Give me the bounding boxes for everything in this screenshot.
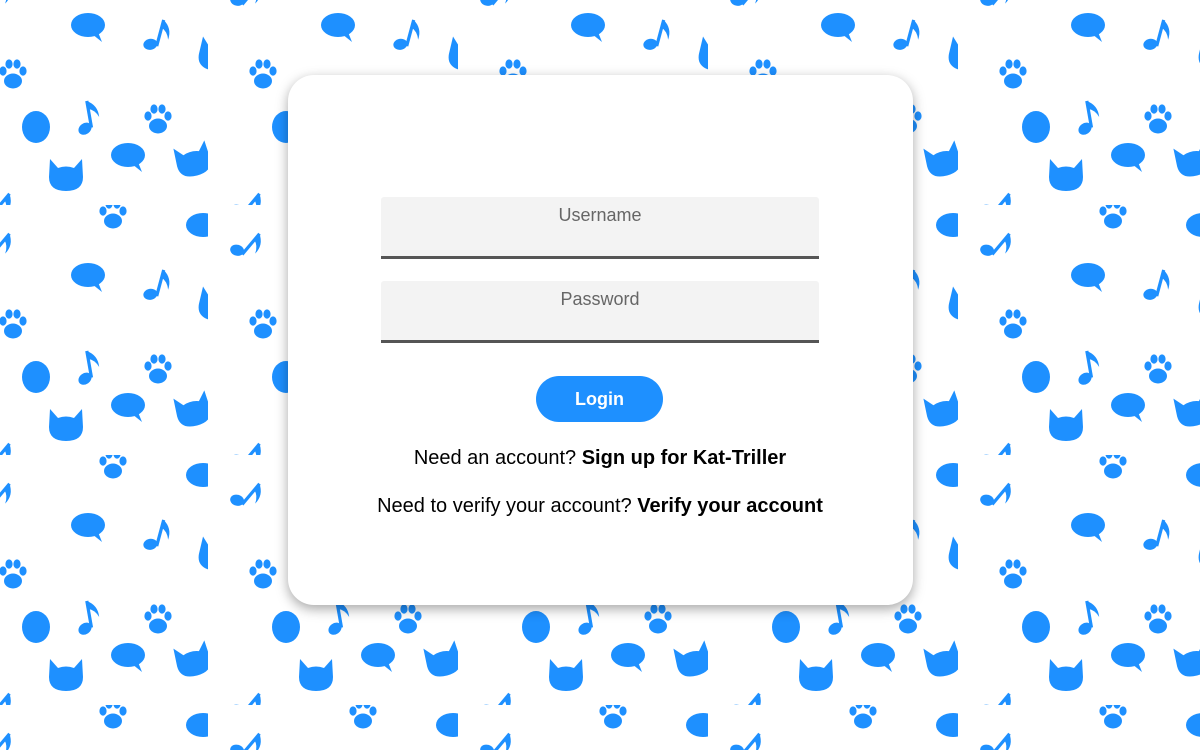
verify-prompt-text: Need to verify your account? [377,495,632,517]
verify-link[interactable]: Verify your account [637,495,823,517]
login-button[interactable]: Login [536,376,663,422]
signup-prompt-line: Need an account? Sign up for Kat-Triller [0,447,1200,470]
verify-prompt-line: Need to verify your account? Verify your… [0,495,1200,518]
username-input[interactable] [381,197,819,259]
password-input[interactable] [381,281,819,343]
signup-link[interactable]: Sign up for Kat-Triller [582,447,786,469]
signup-prompt-text: Need an account? [413,447,577,469]
